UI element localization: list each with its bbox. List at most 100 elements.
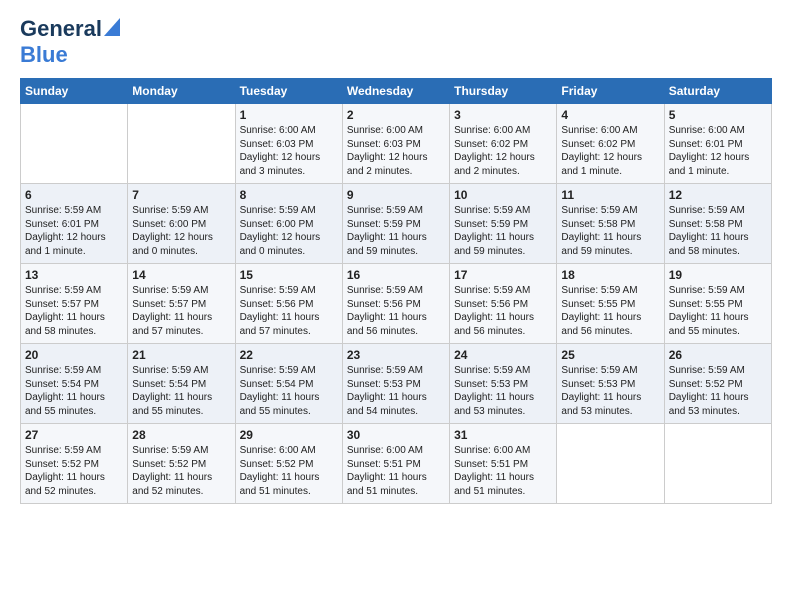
day-number: 29 (240, 428, 338, 442)
cell-info: Sunrise: 5:59 AM Sunset: 5:54 PM Dayligh… (240, 364, 338, 418)
cell-info: Sunrise: 5:59 AM Sunset: 5:54 PM Dayligh… (25, 364, 123, 418)
day-number: 7 (132, 188, 230, 202)
cell-info: Sunrise: 6:00 AM Sunset: 6:02 PM Dayligh… (454, 124, 552, 178)
cell-info: Sunrise: 5:59 AM Sunset: 5:56 PM Dayligh… (347, 284, 445, 338)
day-number: 19 (669, 268, 767, 282)
calendar-cell: 21Sunrise: 5:59 AM Sunset: 5:54 PM Dayli… (128, 344, 235, 424)
calendar-cell: 13 Sunrise: 5:59 AM Sunset: 5:57 PM Dayli… (21, 264, 128, 344)
cell-info: Sunrise: 6:00 AM Sunset: 6:03 PM Dayligh… (240, 124, 338, 178)
day-number: 28 (132, 428, 230, 442)
cell-info: Sunrise: 5:59 AM Sunset: 5:55 PM Dayligh… (561, 284, 659, 338)
calendar-cell: 24 Sunrise: 5:59 AM Sunset: 5:53 PM Dayli… (450, 344, 557, 424)
day-number: 26 (669, 348, 767, 362)
weekday-header: Wednesday (342, 79, 449, 104)
day-number: 25 (561, 348, 659, 362)
weekday-header: Sunday (21, 79, 128, 104)
day-number: 12 (669, 188, 767, 202)
calendar-cell: 1 Sunrise: 6:00 AM Sunset: 6:03 PM Daylig… (235, 104, 342, 184)
calendar-cell: 19 Sunrise: 5:59 AM Sunset: 5:55 PM Dayli… (664, 264, 771, 344)
day-number: 31 (454, 428, 552, 442)
calendar-cell: 3Sunrise: 6:00 AM Sunset: 6:02 PM Daylig… (450, 104, 557, 184)
header-row: SundayMondayTuesdayWednesdayThursdayFrid… (21, 79, 772, 104)
day-number: 4 (561, 108, 659, 122)
calendar-week-row: 20 Sunrise: 5:59 AM Sunset: 5:54 PM Dayli… (21, 344, 772, 424)
cell-info: Sunrise: 5:59 AM Sunset: 5:58 PM Dayligh… (669, 204, 767, 258)
weekday-header: Thursday (450, 79, 557, 104)
calendar-cell: 6 Sunrise: 5:59 AM Sunset: 6:01 PM Daylig… (21, 184, 128, 264)
cell-info: Sunrise: 5:59 AM Sunset: 5:52 PM Dayligh… (669, 364, 767, 418)
cell-info: Sunrise: 6:00 AM Sunset: 6:03 PM Dayligh… (347, 124, 445, 178)
cell-info: Sunrise: 6:00 AM Sunset: 5:51 PM Dayligh… (454, 444, 552, 498)
logo-line1: General (20, 16, 120, 42)
day-number: 5 (669, 108, 767, 122)
cell-info: Sunrise: 6:00 AM Sunset: 5:51 PM Dayligh… (347, 444, 445, 498)
calendar-cell: 23Sunrise: 5:59 AM Sunset: 5:53 PM Dayli… (342, 344, 449, 424)
day-number: 13 (25, 268, 123, 282)
calendar-cell: 26 Sunrise: 5:59 AM Sunset: 5:52 PM Dayli… (664, 344, 771, 424)
weekday-header: Monday (128, 79, 235, 104)
day-number: 30 (347, 428, 445, 442)
calendar-cell: 17 Sunrise: 5:59 AM Sunset: 5:56 PM Dayli… (450, 264, 557, 344)
calendar-cell: 2Sunrise: 6:00 AM Sunset: 6:03 PM Daylig… (342, 104, 449, 184)
cell-info: Sunrise: 5:59 AM Sunset: 5:55 PM Dayligh… (669, 284, 767, 338)
cell-info: Sunrise: 6:00 AM Sunset: 6:01 PM Dayligh… (669, 124, 767, 178)
calendar-cell: 27 Sunrise: 5:59 AM Sunset: 5:52 PM Dayli… (21, 424, 128, 504)
calendar-cell: 25 Sunrise: 5:59 AM Sunset: 5:53 PM Dayli… (557, 344, 664, 424)
cell-info: Sunrise: 5:59 AM Sunset: 5:52 PM Dayligh… (132, 444, 230, 498)
day-number: 21 (132, 348, 230, 362)
calendar-cell: 11Sunrise: 5:59 AM Sunset: 5:58 PM Dayli… (557, 184, 664, 264)
calendar-cell: 29 Sunrise: 6:00 AM Sunset: 5:52 PM Dayli… (235, 424, 342, 504)
calendar-table: SundayMondayTuesdayWednesdayThursdayFrid… (20, 78, 772, 504)
weekday-header: Saturday (664, 79, 771, 104)
calendar-cell: 20 Sunrise: 5:59 AM Sunset: 5:54 PM Dayli… (21, 344, 128, 424)
weekday-header: Tuesday (235, 79, 342, 104)
cell-info: Sunrise: 5:59 AM Sunset: 5:56 PM Dayligh… (454, 284, 552, 338)
calendar-cell: 4Sunrise: 6:00 AM Sunset: 6:02 PM Daylig… (557, 104, 664, 184)
cell-info: Sunrise: 5:59 AM Sunset: 5:59 PM Dayligh… (347, 204, 445, 258)
day-number: 1 (240, 108, 338, 122)
cell-info: Sunrise: 5:59 AM Sunset: 6:00 PM Dayligh… (240, 204, 338, 258)
calendar-cell: 18 Sunrise: 5:59 AM Sunset: 5:55 PM Dayli… (557, 264, 664, 344)
day-number: 22 (240, 348, 338, 362)
calendar-week-row: 27 Sunrise: 5:59 AM Sunset: 5:52 PM Dayli… (21, 424, 772, 504)
logo-triangle-icon (104, 18, 120, 41)
calendar-cell: 22 Sunrise: 5:59 AM Sunset: 5:54 PM Dayli… (235, 344, 342, 424)
cell-info: Sunrise: 5:59 AM Sunset: 6:01 PM Dayligh… (25, 204, 123, 258)
calendar-cell: 15Sunrise: 5:59 AM Sunset: 5:56 PM Dayli… (235, 264, 342, 344)
logo-line2: Blue (20, 42, 68, 68)
calendar-cell: 5 Sunrise: 6:00 AM Sunset: 6:01 PM Daylig… (664, 104, 771, 184)
day-number: 17 (454, 268, 552, 282)
cell-info: Sunrise: 5:59 AM Sunset: 5:53 PM Dayligh… (561, 364, 659, 418)
logo: General Blue (20, 16, 120, 68)
calendar-cell (664, 424, 771, 504)
day-number: 6 (25, 188, 123, 202)
calendar-cell: 12 Sunrise: 5:59 AM Sunset: 5:58 PM Dayli… (664, 184, 771, 264)
day-number: 10 (454, 188, 552, 202)
day-number: 24 (454, 348, 552, 362)
cell-info: Sunrise: 5:59 AM Sunset: 5:53 PM Dayligh… (454, 364, 552, 418)
calendar-cell: 10Sunrise: 5:59 AM Sunset: 5:59 PM Dayli… (450, 184, 557, 264)
cell-info: Sunrise: 5:59 AM Sunset: 5:57 PM Dayligh… (25, 284, 123, 338)
calendar-cell: 9 Sunrise: 5:59 AM Sunset: 5:59 PM Daylig… (342, 184, 449, 264)
day-number: 14 (132, 268, 230, 282)
day-number: 9 (347, 188, 445, 202)
day-number: 20 (25, 348, 123, 362)
cell-info: Sunrise: 6:00 AM Sunset: 5:52 PM Dayligh… (240, 444, 338, 498)
day-number: 18 (561, 268, 659, 282)
calendar-cell (557, 424, 664, 504)
calendar-week-row: 13 Sunrise: 5:59 AM Sunset: 5:57 PM Dayli… (21, 264, 772, 344)
calendar-cell: 14Sunrise: 5:59 AM Sunset: 5:57 PM Dayli… (128, 264, 235, 344)
logo-blue: Blue (20, 42, 68, 67)
calendar-cell: 28 Sunrise: 5:59 AM Sunset: 5:52 PM Dayli… (128, 424, 235, 504)
logo-general: General (20, 16, 102, 42)
cell-info: Sunrise: 5:59 AM Sunset: 5:58 PM Dayligh… (561, 204, 659, 258)
calendar-cell (128, 104, 235, 184)
calendar-cell: 8 Sunrise: 5:59 AM Sunset: 6:00 PM Daylig… (235, 184, 342, 264)
cell-info: Sunrise: 5:59 AM Sunset: 6:00 PM Dayligh… (132, 204, 230, 258)
calendar-cell: 16Sunrise: 5:59 AM Sunset: 5:56 PM Dayli… (342, 264, 449, 344)
day-number: 27 (25, 428, 123, 442)
cell-info: Sunrise: 5:59 AM Sunset: 5:52 PM Dayligh… (25, 444, 123, 498)
weekday-header: Friday (557, 79, 664, 104)
day-number: 8 (240, 188, 338, 202)
calendar-cell: 7 Sunrise: 5:59 AM Sunset: 6:00 PM Daylig… (128, 184, 235, 264)
